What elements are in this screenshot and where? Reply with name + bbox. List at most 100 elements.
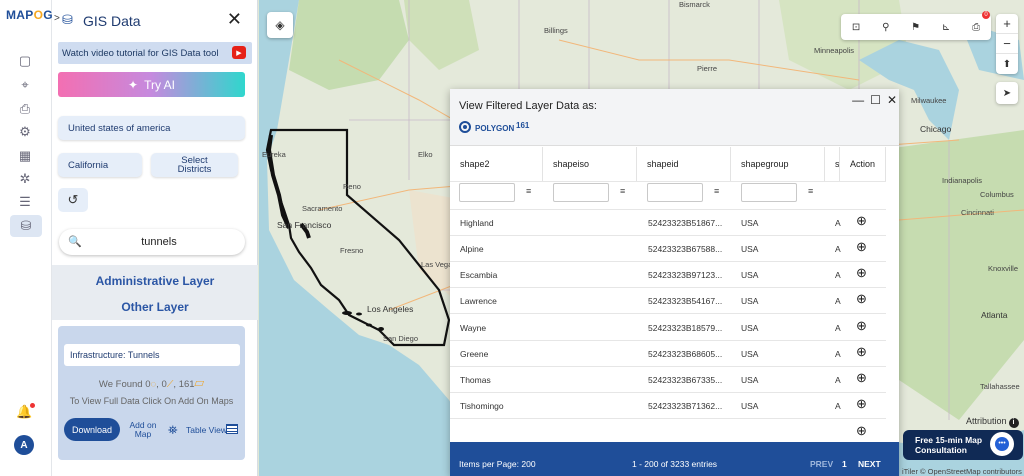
zoom-to-icon[interactable]: ⊕	[856, 396, 867, 412]
gear-icon[interactable]: ⚙	[14, 122, 36, 142]
divider	[450, 340, 886, 341]
try-ai-button[interactable]: ✦ Try AI	[58, 72, 245, 97]
cell-shapeid: 52423323B68605...	[648, 349, 723, 359]
city-label: Billings	[544, 26, 568, 35]
page-number[interactable]: 1	[842, 459, 847, 469]
mapog-logo[interactable]: MAPOG	[6, 8, 53, 22]
chat-button[interactable]: •••	[990, 432, 1014, 456]
download-button[interactable]: Download	[64, 418, 120, 441]
zoom-to-icon[interactable]: ⊕	[856, 423, 867, 439]
video-tutorial-banner[interactable]: Watch video tutorial for GIS Data tool ▶	[58, 42, 252, 64]
cell-extra: A	[835, 218, 841, 228]
print-icon[interactable]: ⎙	[972, 22, 980, 33]
search-input[interactable]: 🔍 tunnels	[59, 229, 245, 255]
polygon-radio[interactable]	[459, 121, 471, 133]
prev-button[interactable]: PREV	[810, 459, 833, 469]
column-header[interactable]: sl	[825, 147, 840, 181]
collapse-icon[interactable]: >	[54, 13, 60, 24]
zoom-control: + − ⬆	[996, 14, 1018, 74]
city-label: Knoxville	[988, 264, 1019, 273]
zoom-to-icon[interactable]: ⊕	[856, 291, 867, 307]
settings-icon[interactable]: ✲	[14, 169, 36, 189]
items-per-page[interactable]: Items per Page: 200	[459, 459, 536, 469]
cell-extra: A	[835, 244, 841, 254]
polygon-count: 161	[178, 379, 195, 390]
layer-section: Administrative Layer Other Layer	[52, 265, 258, 320]
column-header: Action	[840, 147, 886, 181]
search-icon[interactable]: ⚲	[882, 22, 889, 33]
screenshot-icon[interactable]: ⊡	[852, 22, 860, 33]
compass-icon[interactable]: ⬆	[996, 54, 1018, 74]
close-icon[interactable]: ✕	[887, 93, 897, 107]
state-select[interactable]: California	[58, 153, 142, 177]
gis-data-panel: > ⛁ GIS Data ✕ Watch video tutorial for …	[52, 0, 258, 476]
pin-icon[interactable]: ⌖	[14, 75, 36, 95]
column-header[interactable]: shapeid	[637, 147, 731, 181]
zoom-to-icon[interactable]: ⊕	[856, 344, 867, 360]
try-ai-label: Try AI	[144, 77, 175, 92]
cell-extra: A	[835, 270, 841, 280]
gallery-icon[interactable]: ▦	[14, 146, 36, 166]
filter-input[interactable]	[459, 183, 515, 202]
filter-input[interactable]	[553, 183, 609, 202]
avatar[interactable]: A	[14, 435, 34, 455]
search-icon: 🔍	[68, 236, 82, 248]
administrative-layer-link[interactable]: Administrative Layer	[52, 274, 258, 288]
data-table: shape2 shapeiso shapeid shapegroup sl Ac…	[450, 147, 899, 443]
filter-cell: ≡	[450, 181, 543, 209]
zoom-to-icon[interactable]: ⊕	[856, 239, 867, 255]
cell-extra: A	[835, 375, 841, 385]
found-summary: We Found 0◌, 0⟋, 161▱	[98, 379, 205, 390]
youtube-icon[interactable]: ▶	[232, 46, 246, 59]
column-header[interactable]: shapegroup	[731, 147, 825, 181]
cell-shape2: Tishomingo	[460, 401, 504, 411]
filter-input[interactable]	[647, 183, 703, 202]
city-label: Atlanta	[981, 310, 1008, 320]
point-icon: ◌	[150, 379, 157, 390]
file-upload-icon[interactable]: ⎙	[14, 99, 36, 119]
measure-icon[interactable]: ⊾	[942, 22, 950, 33]
zoom-to-icon[interactable]: ⊕	[856, 318, 867, 334]
filter-input[interactable]	[741, 183, 797, 202]
zoom-in-button[interactable]: +	[996, 14, 1018, 34]
filter-cell: ≡	[544, 181, 638, 209]
select-districts-button[interactable]: Select Districts	[151, 153, 238, 177]
map-icon[interactable]: ▢	[14, 51, 36, 71]
filter-cell: ≡	[638, 181, 732, 209]
zoom-to-icon[interactable]: ⊕	[856, 265, 867, 281]
maximize-icon[interactable]: ☐	[870, 93, 881, 107]
zoom-to-icon[interactable]: ⊕	[856, 213, 867, 229]
filter-icon[interactable]: ≡	[526, 186, 531, 196]
city-label: Fresno	[340, 246, 364, 255]
add-on-map-button[interactable]: Add on Map	[128, 421, 158, 439]
table-icon[interactable]	[226, 424, 238, 434]
filter-icon[interactable]: ≡	[714, 186, 719, 196]
next-button[interactable]: NEXT	[858, 459, 881, 469]
locate-icon[interactable]: ➤	[996, 82, 1018, 104]
zoom-to-icon[interactable]: ⊕	[856, 370, 867, 386]
add-map-icon[interactable]: ⛯	[168, 423, 178, 438]
filter-icon[interactable]: ≡	[620, 186, 625, 196]
panel-header: > ⛁ GIS Data ✕	[52, 0, 258, 40]
filter-icon[interactable]: ≡	[808, 186, 813, 196]
column-header[interactable]: shape2	[450, 147, 543, 181]
location-pin-icon[interactable]: ⚑	[911, 22, 920, 33]
zoom-out-button[interactable]: −	[996, 34, 1018, 54]
cell-shapegroup: USA	[741, 375, 759, 385]
reset-icon[interactable]: ↺	[58, 188, 88, 212]
minimize-icon[interactable]: —	[852, 93, 864, 107]
layers-icon[interactable]: ◈	[267, 12, 293, 38]
city-label: Minneapolis	[814, 46, 855, 55]
other-layer-link[interactable]: Other Layer	[52, 300, 258, 314]
attribution-toggle[interactable]: Attribution i	[966, 416, 1019, 428]
list-icon[interactable]: ☰	[14, 192, 36, 212]
close-icon[interactable]: ✕	[227, 10, 242, 28]
bell-icon[interactable]: 🔔	[16, 403, 36, 420]
sparkle-icon: ✦	[128, 77, 139, 92]
city-label: San Diego	[383, 334, 419, 343]
country-select[interactable]: United states of america	[58, 116, 245, 140]
column-header[interactable]: shapeiso	[543, 147, 637, 181]
table-view-button[interactable]: Table View	[186, 425, 227, 435]
cell-shape2: Greene	[460, 349, 489, 359]
gis-data-icon[interactable]: ⛁	[10, 215, 42, 237]
